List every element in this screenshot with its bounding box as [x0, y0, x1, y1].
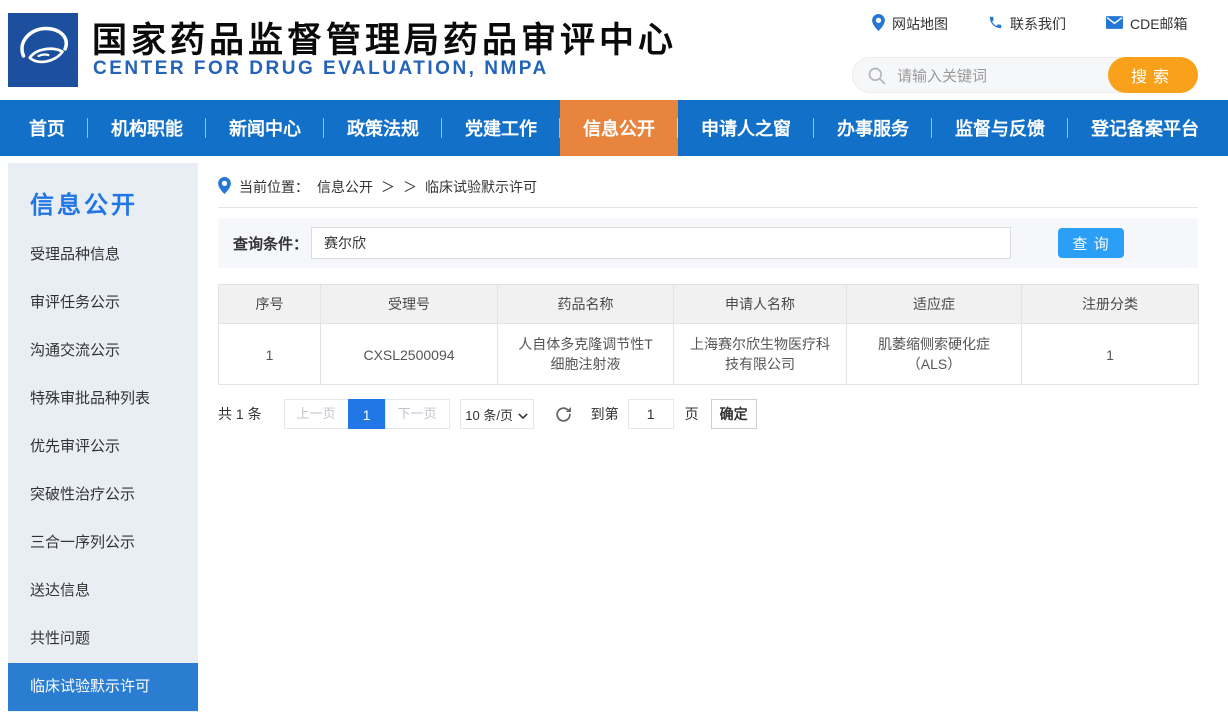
page-title: 国家药品监督管理局药品审评中心 — [92, 21, 678, 60]
header-seq: 序号 — [218, 284, 321, 324]
header-quick-links: 网站地图 联系我们 CDE邮箱 — [872, 14, 1188, 34]
sitemap-link[interactable]: 网站地图 — [872, 14, 948, 34]
breadcrumb: 当前位置： 信息公开 ＞ ＞ 临床试验默示许可 — [218, 176, 537, 198]
cde-mail-link[interactable]: CDE邮箱 — [1106, 14, 1188, 34]
pagination-total: 共 1 条 — [218, 406, 262, 422]
chevron-down-icon — [518, 407, 528, 422]
next-page-button[interactable]: 下一页 — [384, 399, 450, 429]
goto-page-input[interactable] — [627, 399, 674, 429]
breadcrumb-section[interactable]: 信息公开 — [317, 177, 373, 197]
map-pin-icon — [872, 14, 885, 34]
sidebar-item-review-tasks[interactable]: 审评任务公示 — [8, 279, 198, 327]
sidebar-item-three-in-one[interactable]: 三合一序列公示 — [8, 519, 198, 567]
breadcrumb-prefix: 当前位置： — [239, 179, 309, 195]
nav-item-home[interactable]: 首页 — [6, 100, 88, 156]
nav-item-policies[interactable]: 政策法规 — [324, 100, 442, 156]
nav-item-supervision[interactable]: 监督与反馈 — [932, 100, 1068, 156]
cde-logo — [8, 13, 78, 87]
goto-page-prefix: 到第 — [590, 406, 619, 422]
nav-item-registration-platform[interactable]: 登记备案平台 — [1068, 100, 1222, 156]
table-row: 1 CXSL2500094 人自体多克隆调节性T细胞注射液 上海赛尔欣生物医疗科… — [218, 323, 1199, 385]
phone-icon — [988, 15, 1003, 33]
cde-logo-bird-icon — [12, 17, 74, 84]
goto-page-suffix: 页 — [684, 406, 699, 422]
contact-link-label: 联系我们 — [1010, 16, 1066, 32]
table-header-row: 序号 受理号 药品名称 申请人名称 适应症 注册分类 — [218, 284, 1199, 324]
search-icon — [867, 66, 887, 91]
sidebar-title: 信息公开 — [30, 192, 138, 219]
main-nav: 首页 机构职能 新闻中心 政策法规 党建工作 信息公开 申请人之窗 办事服务 监… — [0, 100, 1228, 156]
site-header: 国家药品监督管理局药品审评中心 CENTER FOR DRUG EVALUATI… — [0, 0, 1228, 100]
search-input[interactable] — [895, 59, 1109, 93]
query-bar: 查询条件： 查 询 — [218, 218, 1198, 268]
pagination-group: 上一页 1 下一页 — [283, 399, 450, 429]
cell-indication: 肌萎缩侧索硬化症（ALS） — [846, 323, 1022, 385]
nav-item-news[interactable]: 新闻中心 — [206, 100, 324, 156]
sitemap-link-label: 网站地图 — [892, 16, 948, 32]
search-button[interactable]: 搜索 — [1108, 57, 1198, 93]
confirm-button[interactable]: 确定 — [710, 399, 757, 429]
sidebar-list: 受理品种信息 审评任务公示 沟通交流公示 特殊审批品种列表 优先审评公示 突破性… — [8, 231, 198, 711]
breadcrumb-current: 临床试验默示许可 — [425, 179, 537, 195]
cell-acceptance-no: CXSL2500094 — [320, 323, 498, 385]
cell-registration-class: 1 — [1021, 323, 1199, 385]
header-registration-class: 注册分类 — [1021, 284, 1199, 324]
site-search-bar: 搜索 — [852, 57, 1198, 93]
cell-applicant: 上海赛尔欣生物医疗科技有限公司 — [673, 323, 847, 385]
sidebar-item-delivery-info[interactable]: 送达信息 — [8, 567, 198, 615]
pagination: 共 1 条 上一页 1 下一页 10 条/页 到第 页 确定 — [218, 399, 757, 429]
results-table: 序号 受理号 药品名称 申请人名称 适应症 注册分类 1 CXSL2500094… — [218, 284, 1199, 385]
page-number-button[interactable]: 1 — [347, 399, 386, 429]
query-button[interactable]: 查 询 — [1058, 228, 1125, 258]
header-indication: 适应症 — [846, 284, 1022, 324]
sidebar-item-priority-review[interactable]: 优先审评公示 — [8, 423, 198, 471]
nav-item-functions[interactable]: 机构职能 — [88, 100, 206, 156]
mail-icon — [1106, 16, 1123, 32]
contact-link[interactable]: 联系我们 — [988, 14, 1066, 34]
header-drug-name: 药品名称 — [497, 284, 674, 324]
header-applicant: 申请人名称 — [673, 284, 847, 324]
breadcrumb-pin-icon — [218, 177, 231, 197]
refresh-icon[interactable] — [554, 405, 573, 424]
page-subtitle: CENTER FOR DRUG EVALUATION, NMPA — [93, 58, 549, 79]
nav-item-services[interactable]: 办事服务 — [814, 100, 932, 156]
cde-mail-link-label: CDE邮箱 — [1130, 16, 1188, 32]
prev-page-button[interactable]: 上一页 — [283, 399, 349, 429]
page-size-value: 10 条/页 — [465, 407, 513, 423]
breadcrumb-separator: ＞ — [403, 179, 417, 195]
nav-item-applicant-window[interactable]: 申请人之窗 — [678, 100, 814, 156]
query-input[interactable] — [311, 227, 1012, 259]
query-label: 查询条件： — [233, 235, 309, 253]
sidebar-item-special-approval[interactable]: 特殊审批品种列表 — [8, 375, 198, 423]
cell-drug-name: 人自体多克隆调节性T细胞注射液 — [497, 323, 674, 385]
sidebar: 信息公开 受理品种信息 审评任务公示 沟通交流公示 特殊审批品种列表 优先审评公… — [8, 163, 198, 712]
sidebar-item-accepted-varieties[interactable]: 受理品种信息 — [8, 231, 198, 279]
sidebar-item-common-issues[interactable]: 共性问题 — [8, 615, 198, 663]
page-size-select[interactable]: 10 条/页 — [459, 399, 534, 429]
nav-item-party[interactable]: 党建工作 — [442, 100, 560, 156]
cell-seq: 1 — [218, 323, 321, 385]
header-acceptance-no: 受理号 — [320, 284, 498, 324]
sidebar-item-communication[interactable]: 沟通交流公示 — [8, 327, 198, 375]
breadcrumb-separator: ＞ — [381, 179, 395, 195]
nav-item-info-disclosure[interactable]: 信息公开 — [560, 100, 678, 156]
sidebar-item-breakthrough-therapy[interactable]: 突破性治疗公示 — [8, 471, 198, 519]
sidebar-item-clinical-trial-implied-license[interactable]: 临床试验默示许可 — [8, 663, 198, 711]
breadcrumb-divider — [218, 207, 1198, 208]
